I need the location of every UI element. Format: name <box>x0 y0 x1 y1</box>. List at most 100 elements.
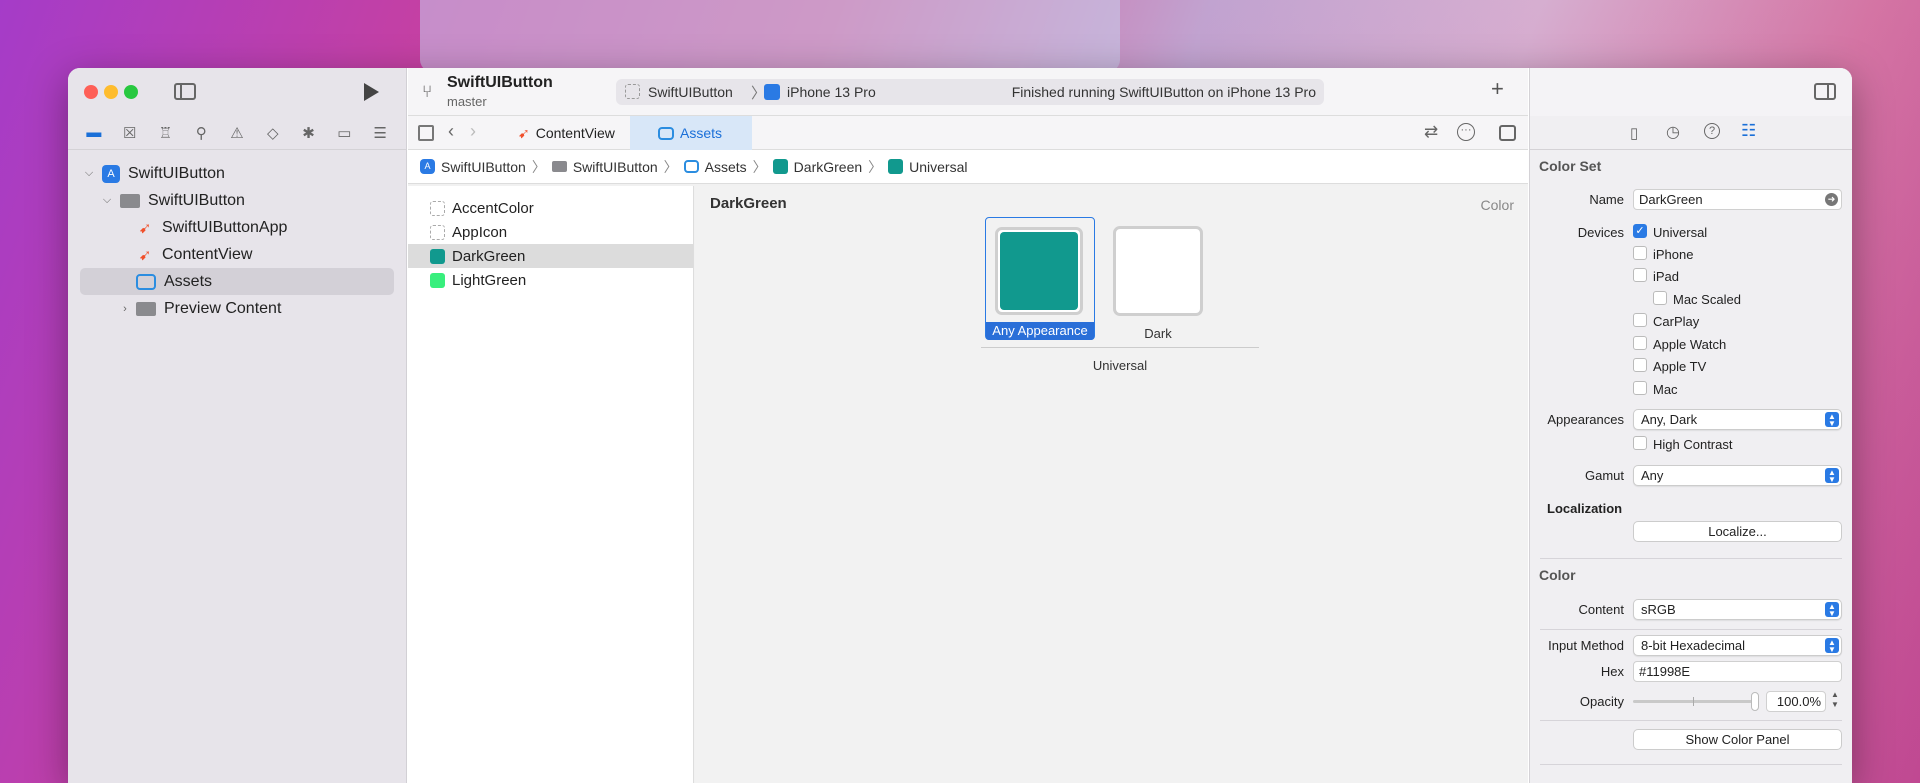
list-item[interactable]: LightGreen <box>408 268 693 292</box>
asset-label: LightGreen <box>452 271 527 289</box>
asset-label: AccentColor <box>452 199 534 217</box>
tree-label: Preview Content <box>164 299 282 317</box>
localize-button[interactable]: Localize... <box>1633 521 1842 542</box>
more-icon[interactable]: ··· <box>1457 123 1475 141</box>
mac-scaled-checkbox[interactable] <box>1653 291 1667 305</box>
warning-icon[interactable]: ⚠ <box>219 124 255 142</box>
app-icon: A <box>420 159 435 174</box>
appearances-select[interactable]: Any, Dark ▲ ▼ <box>1633 409 1842 430</box>
name-field[interactable]: DarkGreen ➜ <box>1633 189 1842 210</box>
report-icon[interactable]: ☰ <box>362 124 398 142</box>
go-arrow-icon[interactable]: ➜ <box>1825 193 1838 206</box>
symbol-icon[interactable]: ♖ <box>148 124 184 142</box>
breadcrumb-item[interactable]: DarkGreen <box>794 159 862 175</box>
list-item[interactable]: ⌵ SwiftUIButton <box>68 187 406 214</box>
ipad-checkbox[interactable] <box>1633 268 1647 282</box>
list-item[interactable]: › Preview Content <box>68 295 406 322</box>
back-icon[interactable]: ‹ <box>448 121 454 142</box>
folder-icon[interactable]: ▬ <box>76 124 112 141</box>
navigator-tabs: ▬ ☒ ♖ ⚲ ⚠ ◇ ✱ ▭ ☰ <box>68 116 406 150</box>
slot-any-appearance[interactable]: Any Appearance <box>985 217 1095 340</box>
inspector-tabs: ▯ ◷ ? ☷ <box>1530 116 1852 150</box>
breadcrumb-item[interactable]: SwiftUIButton <box>441 159 526 175</box>
popup-arrows-icon: ▲ ▼ <box>1825 638 1839 654</box>
split-editor-icon[interactable] <box>1499 125 1516 141</box>
close-button[interactable] <box>84 85 98 99</box>
tree-label: ContentView <box>162 245 253 263</box>
gamut-select[interactable]: Any ▲ ▼ <box>1633 465 1842 486</box>
content-label: Content <box>1578 602 1624 617</box>
section-header: Color Set <box>1539 158 1602 174</box>
scheme-icon <box>625 84 640 99</box>
color-swatch-icon <box>888 159 904 174</box>
grid-icon[interactable] <box>418 125 434 141</box>
activity-view[interactable]: SwiftUIButton 〉 iPhone 13 Pro Finished r… <box>616 79 1324 105</box>
divider <box>981 347 1259 348</box>
inspector-toggle-icon[interactable] <box>1814 83 1836 100</box>
list-item[interactable]: ⌵ A SwiftUIButton <box>68 160 406 187</box>
search-icon[interactable]: ⚲ <box>183 124 219 142</box>
attributes-icon[interactable]: ☷ <box>1741 121 1756 141</box>
color-swatch-icon <box>772 159 788 174</box>
carplay-checkbox[interactable] <box>1633 313 1647 327</box>
breadcrumb-item[interactable]: Universal <box>909 159 967 175</box>
empty-swatch-icon <box>430 200 445 216</box>
breadcrumb-item[interactable]: SwiftUIButton <box>573 159 658 175</box>
show-color-panel-button[interactable]: Show Color Panel <box>1633 729 1842 750</box>
chevron-down-icon[interactable]: ⌵ <box>82 167 96 180</box>
high-contrast-checkbox[interactable] <box>1633 436 1647 450</box>
sidebar-toggle-icon[interactable] <box>174 83 196 100</box>
zoom-button[interactable] <box>124 85 138 99</box>
opacity-value: 100.0% <box>1776 694 1821 709</box>
content-select[interactable]: sRGB ▲ ▼ <box>1633 599 1842 620</box>
list-item[interactable]: AppIcon <box>408 220 693 244</box>
source-control-icon[interactable]: ☒ <box>112 124 148 142</box>
list-item[interactable]: ➹ ContentView <box>68 241 406 268</box>
status-text: Finished running SwiftUIButton on iPhone… <box>1011 84 1316 100</box>
asset-label: AppIcon <box>452 223 508 241</box>
debug-icon[interactable]: ✱ <box>291 124 327 142</box>
chevron-down-icon[interactable]: ⌵ <box>100 194 114 207</box>
breakpoint-icon[interactable]: ▭ <box>326 124 362 142</box>
apple-tv-checkbox[interactable] <box>1633 358 1647 372</box>
breadcrumb-item[interactable]: Assets <box>705 159 747 175</box>
opacity-label: Opacity <box>1579 694 1624 709</box>
slider-knob[interactable] <box>1751 692 1759 711</box>
list-item[interactable]: AccentColor <box>408 196 693 220</box>
swap-icon[interactable]: ⇄ <box>1424 122 1438 142</box>
minimize-button[interactable] <box>104 85 118 99</box>
opacity-field[interactable]: 100.0% <box>1766 691 1826 712</box>
assets-icon <box>658 126 674 140</box>
asset-kind: Color <box>1480 197 1514 213</box>
device-selector[interactable]: iPhone 13 Pro <box>787 84 876 100</box>
input-method-select[interactable]: 8-bit Hexadecimal ▲ ▼ <box>1633 635 1842 656</box>
mac-checkbox[interactable] <box>1633 381 1647 395</box>
inspector-panel: ▯ ◷ ? ☷ Color Set Name DarkGreen ➜ Devic… <box>1529 68 1852 783</box>
hex-field[interactable]: #11998E <box>1633 661 1842 682</box>
slot-dark[interactable] <box>1113 226 1203 316</box>
chevron-right-icon[interactable]: › <box>118 303 132 315</box>
name-label: Name <box>1589 192 1624 207</box>
folder-icon <box>120 193 140 208</box>
universal-checkbox[interactable]: ✓ <box>1633 224 1647 238</box>
run-icon[interactable] <box>364 83 379 101</box>
history-icon[interactable]: ◷ <box>1666 122 1680 142</box>
stepper-icon[interactable]: ▲ ▼ <box>1829 690 1841 710</box>
tab-assets[interactable]: Assets <box>630 116 752 150</box>
list-item[interactable]: ➹ SwiftUIButtonApp <box>68 214 406 241</box>
help-icon[interactable]: ? <box>1704 123 1720 139</box>
list-item[interactable]: Assets <box>80 268 394 295</box>
add-icon[interactable]: + <box>1491 76 1504 102</box>
asset-list: AccentColor AppIcon DarkGreen LightGreen <box>408 186 694 783</box>
apple-watch-checkbox[interactable] <box>1633 336 1647 350</box>
opacity-slider[interactable] <box>1633 692 1759 711</box>
scheme-selector[interactable]: SwiftUIButton <box>648 84 733 100</box>
list-item[interactable]: DarkGreen <box>408 244 693 268</box>
test-icon[interactable]: ◇ <box>255 124 291 142</box>
forward-icon[interactable]: › <box>470 121 476 142</box>
input-method-label: Input Method <box>1548 638 1624 653</box>
file-icon[interactable]: ▯ <box>1630 124 1638 142</box>
hex-value: #11998E <box>1639 664 1691 679</box>
tab-contentview[interactable]: ➹ ContentView <box>498 116 618 150</box>
iphone-checkbox[interactable] <box>1633 246 1647 260</box>
